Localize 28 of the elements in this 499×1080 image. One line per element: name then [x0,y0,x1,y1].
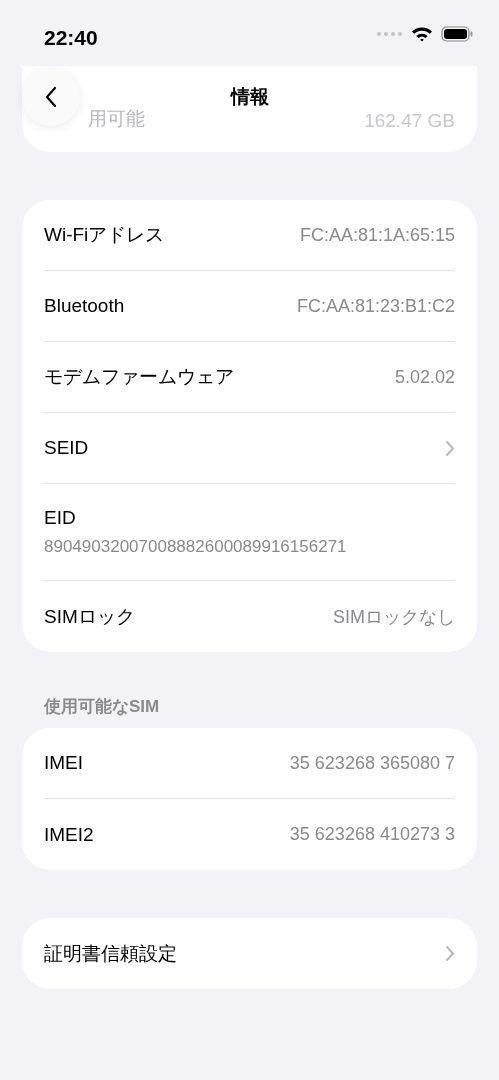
section-title: 使用可能なSIM [43,696,161,718]
row-label: IMEI2 [44,823,94,846]
status-time: 22:40 [44,26,98,50]
row-label: Bluetooth [44,295,125,317]
row-value: 5.02.02 [394,366,455,388]
row-label: 用可能 [87,107,145,131]
row-label: 証明書信頼設定 [44,941,177,966]
row-value: SIMロックなし [333,605,455,629]
chevron-icon [445,945,455,962]
page-title: 情報 [230,85,269,109]
row-value: 35 623268 365080 7 [289,752,455,774]
chevron-icon [445,439,455,457]
back-icon [44,85,58,109]
row-value: 89049032007008882600089916156271 [44,537,347,557]
row-value: FC:AA:81:1A:65:15 [299,224,455,246]
row-label: モデムファームウェア [44,365,234,389]
row-label: SIMロック [44,604,135,629]
battery-icon [441,26,473,42]
row-value: 35 623268 410273 3 [289,824,455,845]
list-item[interactable]: 証明書信頼設定 [44,918,455,989]
row-label: EID [44,507,77,529]
wifi-icon [411,26,433,42]
row-label: SEID [44,437,89,459]
list-item[interactable]: SEID [44,413,455,484]
row-value: FC:AA:81:23:B1:C2 [296,295,455,317]
row-label: IMEI [44,752,84,774]
signal-icon [377,32,403,36]
row-label: Wi-Fiアドレス [44,223,165,247]
